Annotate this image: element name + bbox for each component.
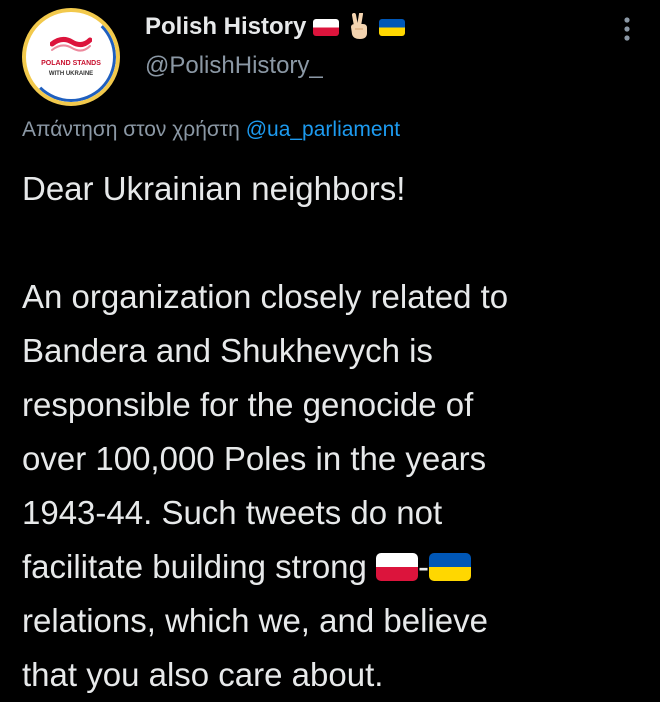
tweet: POLAND STANDS WITH UKRAINE Polish Histor…	[0, 0, 660, 693]
tweet-text: Dear Ukrainian neighbors! An organizatio…	[22, 162, 652, 702]
avatar[interactable]: POLAND STANDS WITH UKRAINE	[22, 8, 120, 106]
tweet-line: that you also care about.	[22, 656, 384, 693]
flag-ukraine-icon	[379, 18, 406, 36]
tweet-line: 1943-44. Such tweets do not	[22, 494, 443, 531]
flags-separator: -	[418, 548, 430, 585]
flag-poland-icon	[376, 553, 419, 581]
avatar-text-line1: POLAND STANDS	[41, 60, 101, 67]
victory-hand-icon	[351, 13, 368, 39]
author-display-name[interactable]: Polish History	[145, 13, 306, 41]
reply-context: Απάντηση στον χρήστη @ua_parliament	[22, 118, 400, 142]
reply-mention-link[interactable]: @ua_parliament	[246, 118, 400, 141]
author-handle[interactable]: @PolishHistory_	[145, 52, 323, 80]
author-name-row[interactable]: Polish History	[145, 10, 406, 44]
more-options-icon[interactable]	[612, 14, 642, 44]
reply-prefix: Απάντηση στον χρήστη	[22, 118, 240, 141]
tweet-line: relations, which we, and believe	[22, 602, 488, 639]
polish-flag-logo-icon	[50, 36, 92, 52]
avatar-ring	[26, 12, 116, 102]
tweet-line: Bandera and Shukhevych is	[22, 332, 433, 369]
tweet-line: over 100,000 Poles in the years	[22, 440, 487, 477]
tweet-line-with-flags: facilitate building strong -	[22, 540, 652, 594]
flag-ukraine-icon	[429, 553, 472, 581]
tweet-line: An organization closely related to	[22, 278, 509, 315]
avatar-text-line2: WITH UKRAINE	[48, 71, 94, 77]
tweet-greeting: Dear Ukrainian neighbors!	[22, 170, 406, 207]
tweet-line-text: facilitate building strong	[22, 548, 377, 585]
tweet-line: responsible for the genocide of	[22, 386, 474, 423]
flag-poland-icon	[313, 18, 340, 36]
